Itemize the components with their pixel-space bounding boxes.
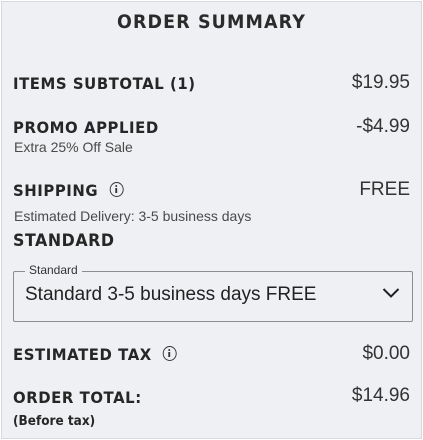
estimated-delivery: Estimated Delivery: 3-5 business days [14,208,252,224]
items-subtotal-value: $19.95 [351,72,410,93]
order-total-value: $14.96 [351,385,410,406]
shipping-select-value: Standard 3-5 business days FREE [25,284,317,305]
chevron-down-icon[interactable] [382,287,400,299]
promo-applied-label: PROMO APPLIED [13,118,159,137]
info-circle-icon[interactable] [109,182,124,197]
shipping-value: FREE [359,179,410,200]
info-circle-icon[interactable] [162,346,177,361]
order-total-label: ORDER TOTAL: [13,388,142,407]
promo-detail: Extra 25% Off Sale [14,139,133,155]
promo-applied-value: -$4.99 [356,116,410,137]
order-summary-title: ORDER SUMMARY [117,11,306,33]
estimated-tax-label: ESTIMATED TAX [13,345,152,364]
items-subtotal-label: ITEMS SUBTOTAL (1) [13,74,196,93]
shipping-method-heading: STANDARD [13,231,115,251]
order-summary-panel: ORDER SUMMARY ITEMS SUBTOTAL (1) $19.95 … [1,1,422,439]
order-total-note: (Before tax) [13,414,96,429]
shipping-select-legend: Standard [25,263,82,277]
estimated-tax-value: $0.00 [362,343,410,364]
estimated-tax-label-row: ESTIMATED TAX [13,345,177,364]
shipping-method-select[interactable]: Standard Standard 3-5 business days FREE [13,263,413,322]
shipping-label-row: SHIPPING [13,181,124,200]
shipping-label: SHIPPING [13,181,99,200]
